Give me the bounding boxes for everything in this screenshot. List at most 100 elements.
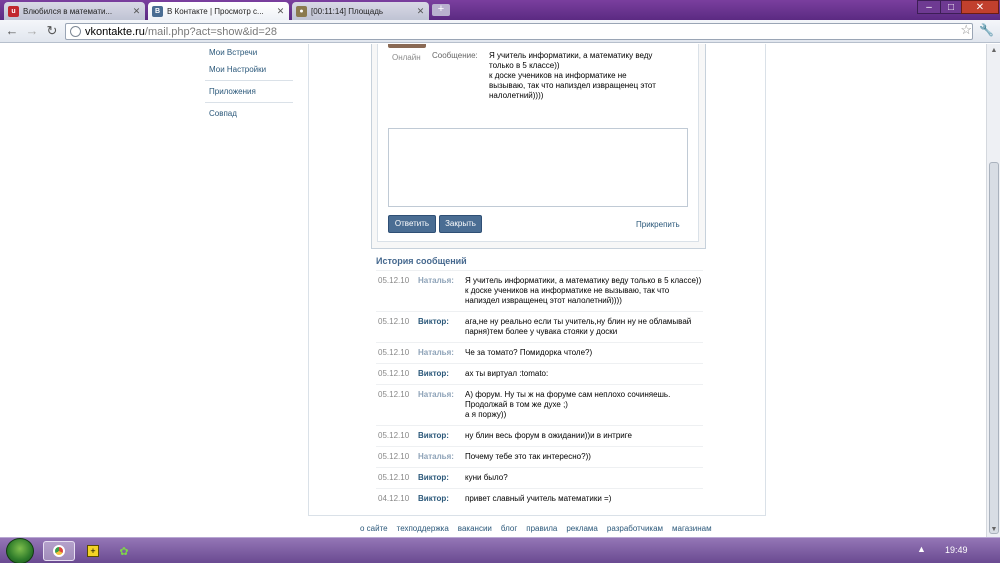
taskbar-chrome[interactable] <box>43 541 75 561</box>
wrench-icon[interactable]: 🔧 <box>979 23 994 37</box>
history-author[interactable]: Виктор: <box>418 494 465 504</box>
footer-link-shops[interactable]: магазинам <box>672 524 712 533</box>
tray-arrow-icon[interactable]: ▲ <box>917 544 926 554</box>
browser-tab-0[interactable]: u Влюбился в математи... ✕ <box>4 2 145 20</box>
history-text-line: напиздел извращенец этот налолетний)))) <box>465 296 622 305</box>
sidebar-item-settings[interactable]: Мои Настройки <box>205 61 293 78</box>
footer-link-developers[interactable]: разработчикам <box>607 524 663 533</box>
poop-icon: ● <box>296 5 307 17</box>
history-author[interactable]: Наталья: <box>418 452 465 462</box>
history-text-line: а я поржу)) <box>465 410 507 419</box>
page-viewport: Мои Встречи Мои Настройки Приложения Сов… <box>0 44 986 537</box>
new-tab-button[interactable]: + <box>432 4 450 16</box>
history-date: 05.12.10 <box>378 348 410 357</box>
message-line: только в 5 классе)) <box>489 61 560 70</box>
reload-button[interactable]: ↻ <box>44 24 60 39</box>
history-text-line: А) форум. Ну ты ж на форуме сам неплохо … <box>465 390 671 399</box>
history-author[interactable]: Наталья: <box>418 390 465 420</box>
tab-label: В Контакте | Просмотр с... <box>167 6 264 16</box>
livejournal-icon: u <box>8 5 19 17</box>
history-title: История сообщений <box>376 256 467 266</box>
history-text: куни было? <box>465 473 703 483</box>
forward-button[interactable]: → <box>24 24 40 39</box>
history-text: ах ты виртуал :tomato: <box>465 369 703 379</box>
taskbar-app-3[interactable]: ✿ <box>115 541 133 561</box>
history-row[interactable]: 05.12.10 Наталья: Почему тебе это так инте… <box>376 446 703 467</box>
sidebar-item-matches[interactable]: Совпад <box>205 105 293 122</box>
address-bar[interactable]: vkontakte.ru/mail.php?act=show&id=28 <box>65 23 973 40</box>
avatar[interactable] <box>388 44 426 48</box>
history-text-line: привет славный учитель математики =) <box>465 494 612 503</box>
taskbar-app-2[interactable]: + <box>84 541 102 561</box>
history-date: 05.12.10 <box>378 431 410 440</box>
history-row[interactable]: 05.12.10 Наталья: Я учитель информатики, а… <box>376 270 703 311</box>
back-button[interactable]: ← <box>4 24 20 39</box>
history-text-line: ну блин весь форум в ожидании))и в интри… <box>465 431 632 440</box>
browser-tab-2[interactable]: ● [00:11:14] Площадь ✕ <box>292 2 429 20</box>
close-button[interactable]: Закрыть <box>439 215 482 233</box>
scroll-thumb[interactable] <box>989 162 999 534</box>
tab-label: Влюбился в математи... <box>23 6 113 16</box>
divider <box>205 102 293 103</box>
history-author[interactable]: Виктор: <box>418 317 465 337</box>
history-author[interactable]: Виктор: <box>418 369 465 379</box>
history-date: 05.12.10 <box>378 369 410 378</box>
history-author[interactable]: Виктор: <box>418 431 465 441</box>
footer-link-rules[interactable]: правила <box>526 524 557 533</box>
history-list: 05.12.10 Наталья: Я учитель информатики, а… <box>376 270 703 509</box>
message-line: вызываю, так что напиздел извращенец это… <box>489 81 656 90</box>
history-text-line: Продолжай в том же духе ;) <box>465 400 568 409</box>
history-text-line: Че за томато? Помидорка чтоле?) <box>465 348 593 357</box>
chrome-icon <box>53 545 65 557</box>
attach-link[interactable]: Прикрепить <box>636 220 680 229</box>
history-row[interactable]: 05.12.10 Виктор: ну блин весь форум в ожид… <box>376 425 703 446</box>
close-icon[interactable]: ✕ <box>416 6 425 17</box>
close-icon[interactable]: ✕ <box>276 6 285 17</box>
history-text: ага,не ну реально если ты учитель,ну бли… <box>465 317 703 337</box>
close-icon[interactable]: ✕ <box>132 6 141 17</box>
history-text: Че за томато? Помидорка чтоле?) <box>465 348 703 358</box>
history-row[interactable]: 05.12.10 Наталья: А) форум. Ну ты ж на фор… <box>376 384 703 425</box>
footer-link-blog[interactable]: блог <box>501 524 517 533</box>
history-text-line: к доске учеников на информатике не вызыв… <box>465 286 670 295</box>
history-text-line: ах ты виртуал :tomato: <box>465 369 549 378</box>
reply-textarea[interactable] <box>388 128 688 207</box>
history-text: ну блин весь форум в ожидании))и в интри… <box>465 431 703 441</box>
window-close-button[interactable]: ✕ <box>961 0 999 14</box>
history-date: 05.12.10 <box>378 276 410 285</box>
footer-link-ads[interactable]: реклама <box>566 524 598 533</box>
tab-label: [00:11:14] Площадь <box>311 6 384 16</box>
scroll-up-arrow-icon[interactable]: ▲ <box>989 46 999 56</box>
message-line: к доске учеников на информатике не <box>489 71 627 80</box>
footer-link-jobs[interactable]: вакансии <box>458 524 492 533</box>
sidebar: Мои Встречи Мои Настройки Приложения Сов… <box>205 44 293 122</box>
bookmark-star-icon[interactable]: ☆ <box>960 22 972 38</box>
minimize-button[interactable]: – <box>917 0 941 14</box>
windows-taskbar: + ✿ ▲ 19:49 <box>0 537 1000 563</box>
reply-button[interactable]: Ответить <box>388 215 436 233</box>
history-row[interactable]: 05.12.10 Виктор: ах ты виртуал :tomato: <box>376 363 703 384</box>
footer-link-about[interactable]: о сайте <box>360 524 388 533</box>
history-row[interactable]: 05.12.10 Наталья: Че за томато? Помидорка … <box>376 342 703 363</box>
sidebar-item-applications[interactable]: Приложения <box>205 83 293 100</box>
history-date: 05.12.10 <box>378 452 410 461</box>
history-text: привет славный учитель математики =) <box>465 494 703 504</box>
browser-tab-1[interactable]: В В Контакте | Просмотр с... ✕ <box>148 2 289 20</box>
maximize-button[interactable]: □ <box>940 0 962 14</box>
footer-link-support[interactable]: техподдержка <box>397 524 449 533</box>
history-author[interactable]: Наталья: <box>418 276 465 306</box>
scroll-down-arrow-icon[interactable]: ▼ <box>989 525 999 535</box>
history-row[interactable]: 05.12.10 Виктор: куни было? <box>376 467 703 488</box>
clock[interactable]: 19:49 <box>945 545 968 555</box>
vertical-scrollbar[interactable]: ▲ ▼ <box>986 44 1000 537</box>
history-text-line: Я учитель информатики, а математику веду… <box>465 276 702 285</box>
start-button[interactable] <box>6 538 34 563</box>
sidebar-item-meetings[interactable]: Мои Встречи <box>205 44 293 61</box>
history-row[interactable]: 05.12.10 Виктор: ага,не ну реально если ты… <box>376 311 703 342</box>
history-text: Я учитель информатики, а математику веду… <box>465 276 703 306</box>
history-author[interactable]: Виктор: <box>418 473 465 483</box>
globe-icon <box>70 26 81 37</box>
history-author[interactable]: Наталья: <box>418 348 465 358</box>
flower-app-icon: ✿ <box>119 545 129 558</box>
history-row[interactable]: 04.12.10 Виктор: привет славный учитель ма… <box>376 488 703 509</box>
